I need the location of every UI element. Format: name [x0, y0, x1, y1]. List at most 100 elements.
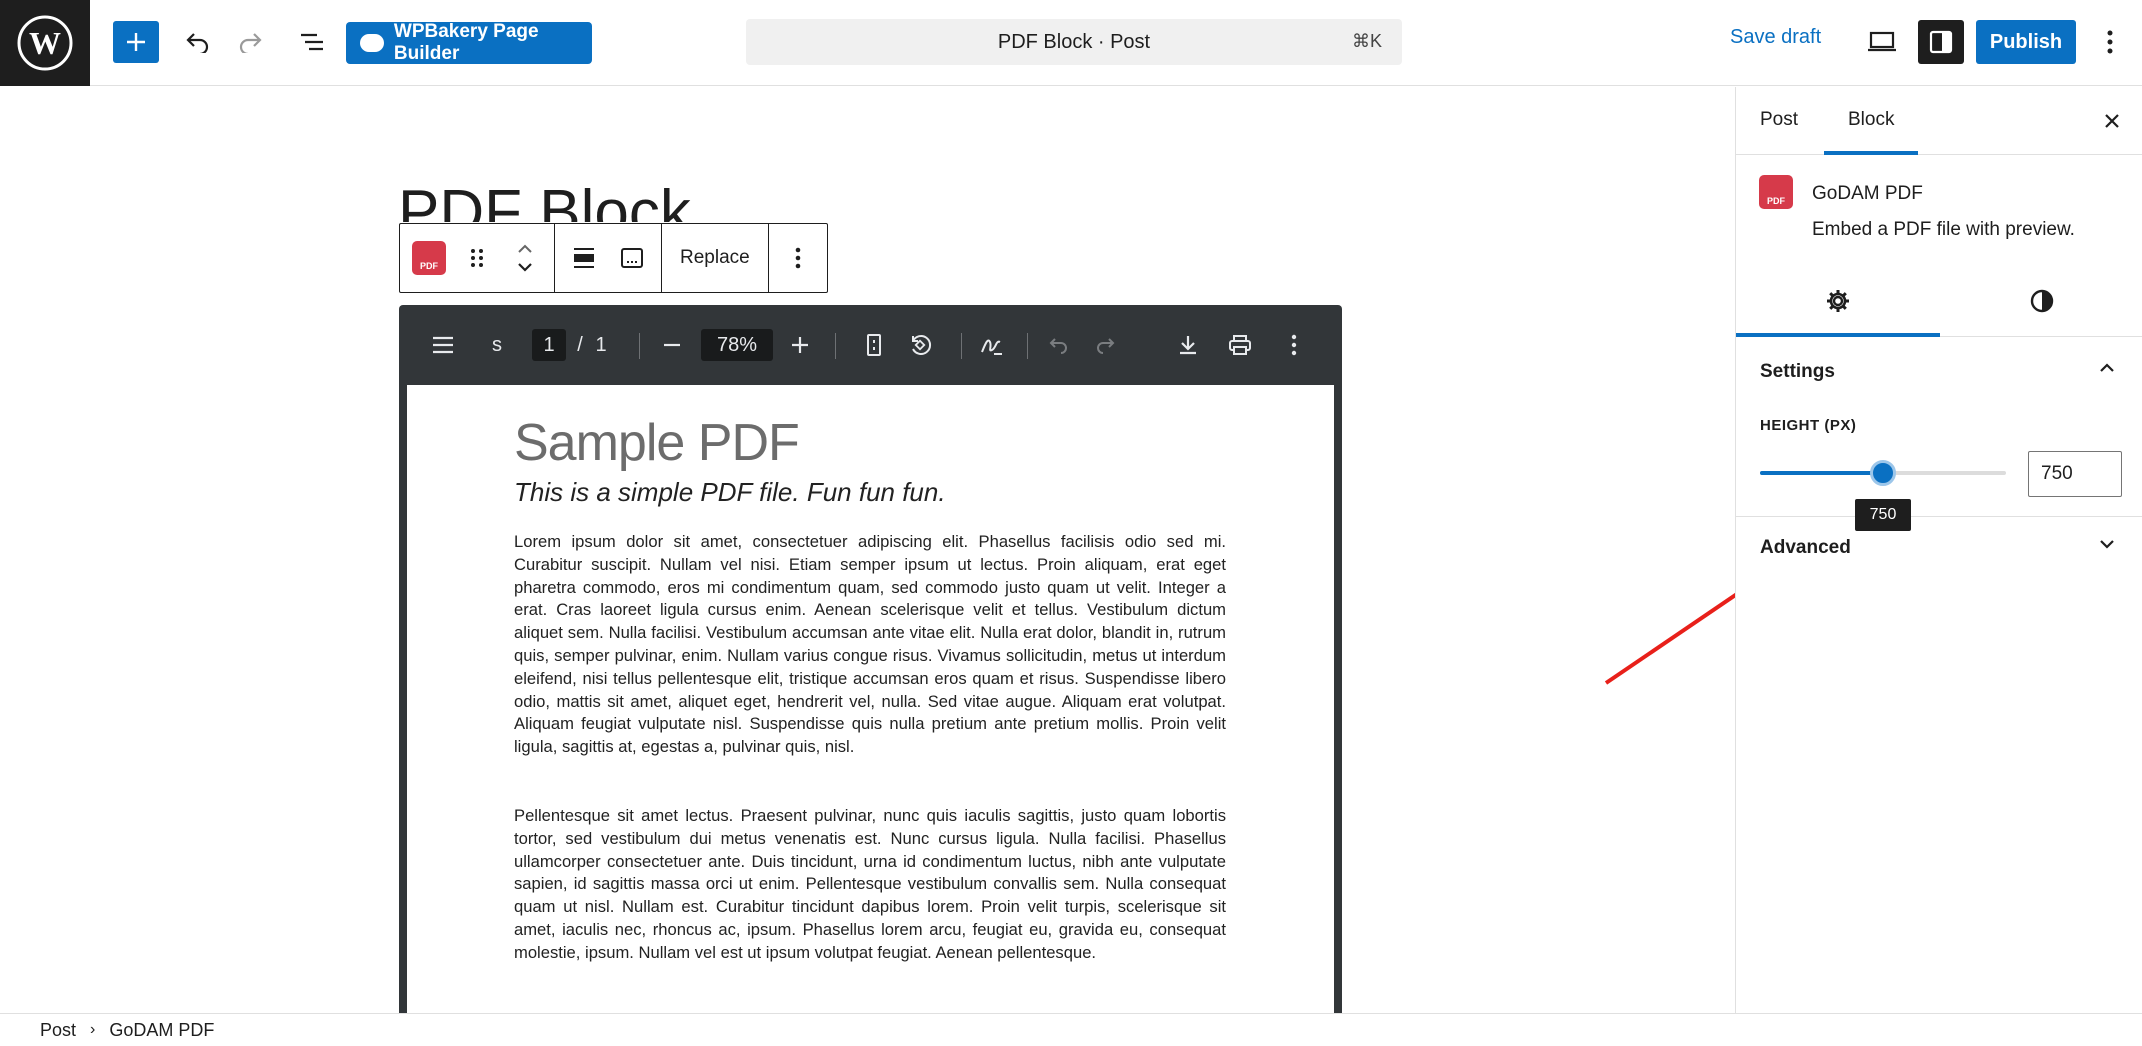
caption-button[interactable]: [611, 237, 653, 279]
plus-icon: [792, 337, 808, 353]
sidebar-toggle-icon: [1929, 30, 1953, 54]
save-draft-button[interactable]: Save draft: [1730, 26, 1821, 49]
redo-button[interactable]: [228, 21, 272, 63]
undo-icon: [1049, 338, 1067, 354]
drag-handle[interactable]: [456, 237, 498, 279]
align-button[interactable]: [563, 237, 605, 279]
pdf-page-separator: /: [577, 333, 583, 356]
rotate-button[interactable]: [905, 325, 935, 365]
svg-text:W: W: [29, 25, 61, 61]
pdf-heading: Sample PDF: [514, 414, 800, 472]
tab-block[interactable]: Block: [1848, 109, 1894, 131]
redo-icon: [1097, 338, 1115, 354]
chevron-right-icon: ›: [90, 1021, 96, 1038]
toolbar-divider: [1027, 333, 1028, 359]
block-type-button[interactable]: PDF: [408, 237, 450, 279]
chevron-down-icon[interactable]: [2096, 533, 2118, 555]
pdf-viewer-toolbar: s 1 / 1 78%: [399, 305, 1342, 385]
fit-to-page-icon: [867, 334, 881, 356]
download-icon: [1180, 336, 1196, 355]
annotate-button[interactable]: [977, 325, 1007, 365]
tab-styles[interactable]: [1940, 265, 2142, 337]
wpbakery-button[interactable]: WPBakery Page Builder: [346, 21, 592, 64]
wpbakery-cloud-icon: [360, 34, 384, 52]
pdf-page: Sample PDF This is a simple PDF file. Fu…: [407, 385, 1334, 1013]
pdf-page-input[interactable]: 1: [532, 329, 566, 361]
block-inspector-tabs: [1736, 265, 2142, 337]
post-title[interactable]: PDF Block: [398, 182, 691, 222]
block-options-button[interactable]: [777, 237, 819, 279]
command-palette-bar[interactable]: PDF Block · Post ⌘K: [746, 19, 1402, 65]
rotate-icon: [912, 335, 932, 355]
move-up-down-buttons[interactable]: [504, 237, 546, 279]
height-label: HEIGHT (PX): [1760, 417, 1857, 434]
minus-icon: [664, 343, 680, 347]
options-menu-button[interactable]: [2090, 21, 2130, 63]
command-shortcut: ⌘K: [1351, 31, 1382, 51]
close-sidebar-button[interactable]: [2096, 105, 2128, 137]
block-name: GoDAM PDF: [1812, 183, 1923, 204]
block-toolbar-group-options: [769, 224, 827, 292]
settings-panel: Settings HEIGHT (PX) 750: [1736, 337, 2142, 531]
view-button[interactable]: [1860, 21, 1904, 63]
wordpress-logo-icon[interactable]: W: [0, 0, 90, 86]
breadcrumb-item-godam-pdf[interactable]: GoDAM PDF: [109, 1020, 214, 1041]
settings-panel-title[interactable]: Settings: [1760, 361, 1835, 383]
annotation-arrow-icon: [1604, 592, 1735, 685]
advanced-panel[interactable]: Advanced: [1736, 517, 2142, 589]
block-toolbar-group-block: PDF: [400, 224, 555, 292]
pdf-redo-button[interactable]: [1091, 325, 1119, 365]
block-toolbar-group-replace: Replace: [662, 224, 769, 292]
draw-signature-icon: [981, 339, 1002, 355]
document-title: PDF Block · Post: [997, 30, 1151, 53]
editor-canvas: PDF Block PDF Replace s 1 / 1 78% Sample…: [0, 87, 1735, 1013]
pdf-viewer[interactable]: s 1 / 1 78% Sample PDF This is a simple …: [399, 305, 1342, 1013]
document-overview-button[interactable]: [290, 21, 334, 63]
toolbar-divider: [639, 333, 640, 359]
download-button[interactable]: [1173, 325, 1203, 365]
tab-post[interactable]: Post: [1760, 109, 1798, 131]
chevron-up-icon[interactable]: [2096, 357, 2118, 379]
settings-toggle-button[interactable]: [1918, 20, 1964, 64]
breadcrumb-item-post[interactable]: Post: [40, 1020, 76, 1041]
redo-icon: [239, 33, 262, 53]
fit-page-button[interactable]: [859, 325, 889, 365]
height-slider-thumb[interactable]: [1870, 460, 1896, 486]
kebab-menu-icon: [1291, 334, 1297, 356]
zoom-in-button[interactable]: [785, 325, 815, 365]
gear-icon: [1826, 290, 1849, 312]
pdf-undo-button[interactable]: [1045, 325, 1073, 365]
pdf-document-title: s: [492, 333, 502, 356]
desktop-view-icon: [1868, 31, 1896, 52]
height-slider-fill: [1760, 471, 1883, 475]
publish-button[interactable]: Publish: [1976, 20, 2076, 64]
replace-button[interactable]: Replace: [670, 247, 760, 269]
move-arrows-icon: [518, 244, 532, 272]
zoom-level-input[interactable]: 78%: [701, 329, 773, 361]
zoom-out-button[interactable]: [657, 325, 687, 365]
add-block-button[interactable]: [113, 21, 159, 63]
tab-settings[interactable]: [1736, 265, 1939, 337]
toolbar-divider: [961, 333, 962, 359]
block-toolbar-group-align: [555, 224, 662, 292]
advanced-panel-title[interactable]: Advanced: [1760, 537, 1851, 559]
print-button[interactable]: [1225, 325, 1255, 365]
toolbar-divider: [835, 333, 836, 359]
settings-sidebar: Post Block PDF GoDAM PDF Embed a PDF fil…: [1735, 87, 2142, 1013]
block-toolbar: PDF Replace: [399, 223, 828, 293]
print-icon: [1229, 335, 1251, 355]
block-description: Embed a PDF file with preview.: [1812, 219, 2075, 240]
pdf-more-button[interactable]: [1279, 325, 1309, 365]
height-slider[interactable]: [1760, 460, 2006, 486]
pdf-file-icon: PDF: [412, 241, 446, 275]
pdf-menu-button[interactable]: [427, 325, 459, 365]
wpbakery-label: WPBakery Page Builder: [393, 21, 539, 64]
height-input[interactable]: [2028, 451, 2122, 497]
editor-top-bar: W WPBakery Page Builder PDF Block · Post…: [0, 0, 2142, 86]
undo-button[interactable]: [176, 21, 220, 63]
plus-icon: [127, 33, 145, 51]
list-view-icon: [301, 33, 323, 51]
hamburger-menu-icon: [433, 336, 453, 354]
pdf-total-pages: 1: [595, 333, 607, 356]
block-breadcrumb: Post › GoDAM PDF: [0, 1013, 2142, 1046]
